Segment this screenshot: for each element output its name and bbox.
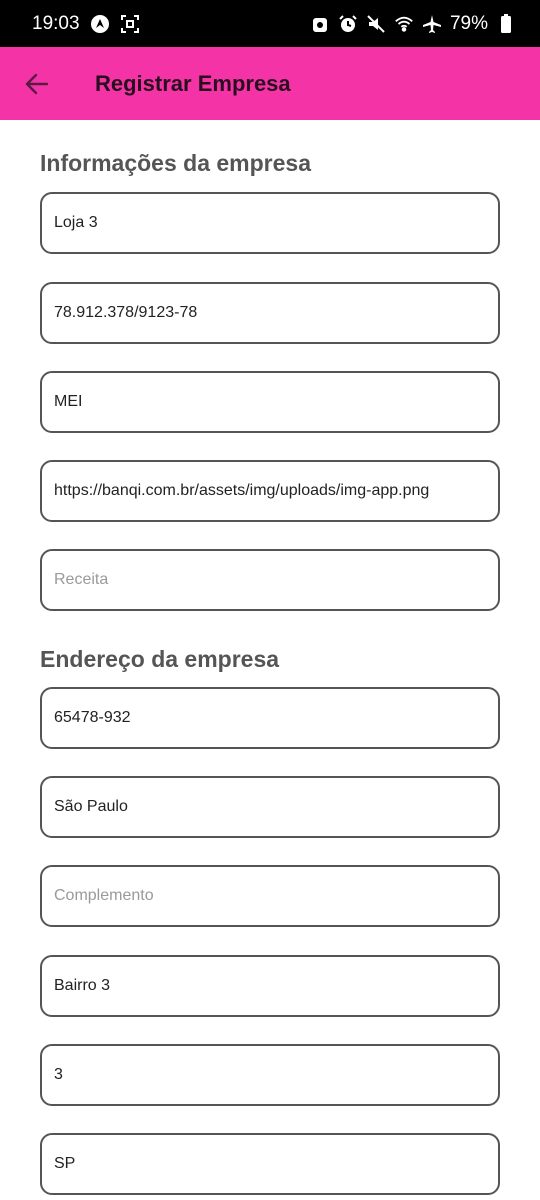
- company-name-input[interactable]: [54, 214, 486, 232]
- section-title-company-info: Informações da empresa: [40, 150, 312, 176]
- street-number-field[interactable]: [40, 1044, 500, 1106]
- status-bar-right: 79%: [310, 13, 516, 35]
- revenue-input[interactable]: [54, 571, 486, 589]
- cnpj-field[interactable]: [40, 282, 500, 344]
- zip-code-field[interactable]: [40, 687, 500, 749]
- cnpj-input[interactable]: [54, 304, 486, 322]
- airplane-mode-icon: [422, 14, 442, 34]
- street-number-input[interactable]: [54, 1066, 486, 1084]
- battery-icon: [496, 13, 516, 34]
- screenshot-icon: [120, 14, 140, 34]
- back-button[interactable]: [22, 69, 52, 99]
- complement-field[interactable]: [40, 865, 500, 927]
- neighborhood-field[interactable]: [40, 955, 500, 1017]
- revenue-field[interactable]: [40, 549, 500, 611]
- navigation-app-icon: [90, 14, 110, 34]
- status-time: 19:03: [32, 12, 80, 34]
- status-bar-left: 19:03: [32, 13, 140, 35]
- battery-percent: 79%: [449, 12, 488, 34]
- company-type-field[interactable]: [40, 371, 500, 433]
- status-bar: 19:03 79%: [0, 0, 540, 47]
- neighborhood-input[interactable]: [54, 977, 486, 995]
- state-field[interactable]: [40, 1133, 500, 1195]
- form-content[interactable]: Informações da empresa Endereço da empre…: [0, 120, 540, 1200]
- lock-app-icon: [310, 14, 330, 34]
- arrow-left-icon: [25, 73, 49, 95]
- app-bar: Registrar Empresa: [0, 47, 540, 120]
- page-title: Registrar Empresa: [95, 71, 291, 96]
- complement-input[interactable]: [54, 887, 486, 905]
- zip-code-input[interactable]: [54, 709, 486, 727]
- state-input[interactable]: [54, 1155, 486, 1173]
- mute-icon: [366, 14, 386, 34]
- wifi-icon: [394, 14, 414, 34]
- city-field[interactable]: [40, 776, 500, 838]
- section-title-company-address: Endereço da empresa: [40, 646, 280, 672]
- logo-url-field[interactable]: [40, 460, 500, 522]
- company-type-input[interactable]: [54, 393, 486, 411]
- alarm-icon: [338, 14, 358, 34]
- logo-url-input[interactable]: [54, 482, 486, 500]
- city-input[interactable]: [54, 798, 486, 816]
- company-name-field[interactable]: [40, 192, 500, 254]
